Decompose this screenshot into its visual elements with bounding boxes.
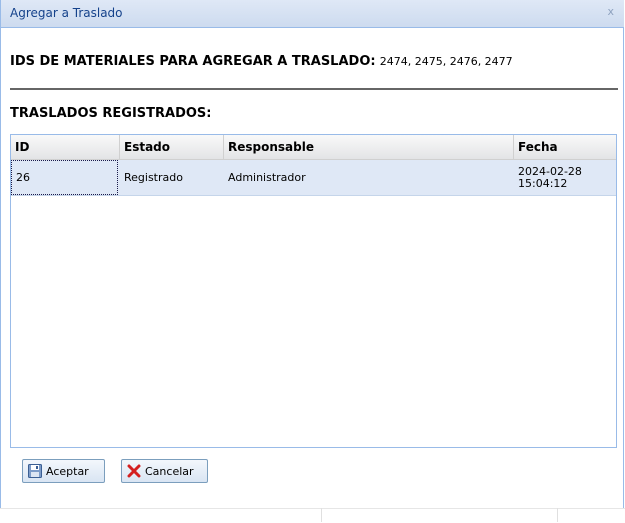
column-header-id[interactable]: ID — [11, 135, 120, 159]
cell-responsable: Administrador — [228, 171, 306, 184]
grid-header: ID Estado Responsable Fecha — [11, 135, 616, 160]
registered-transfers-title: TRASLADOS REGISTRADOS: — [10, 106, 212, 121]
accept-button[interactable]: Aceptar — [22, 459, 105, 483]
fecha-date: 2024-02-28 — [518, 164, 582, 178]
table-row[interactable]: 26 Registrado Administrador 2024-02-28 1… — [11, 160, 616, 196]
cell-fecha: 2024-02-28 15:04:12 — [514, 160, 616, 195]
material-ids-line: IDS DE MATERIALES PARA AGREGAR A TRASLAD… — [10, 54, 513, 69]
add-to-transfer-dialog: Agregar a Traslado x IDS DE MATERIALES P… — [0, 0, 624, 518]
column-header-fecha[interactable]: Fecha — [514, 135, 616, 159]
column-header-estado[interactable]: Estado — [120, 135, 224, 159]
cell-id: 26 — [11, 160, 118, 195]
save-icon — [28, 464, 42, 478]
section-divider — [10, 88, 618, 90]
footer-divider — [321, 508, 322, 522]
accept-label: Aceptar — [46, 464, 89, 478]
cancel-button[interactable]: Cancelar — [121, 459, 208, 483]
cancel-label: Cancelar — [145, 464, 194, 478]
fecha-time: 15:04:12 — [518, 176, 568, 190]
column-header-responsable[interactable]: Responsable — [224, 135, 514, 159]
material-ids-label: IDS DE MATERIALES PARA AGREGAR A TRASLAD… — [10, 54, 376, 69]
dialog-title: Agregar a Traslado — [10, 6, 123, 20]
dialog-titlebar[interactable]: Agregar a Traslado x — [1, 0, 624, 28]
footer-divider — [557, 508, 558, 522]
material-ids-value: 2474, 2475, 2476, 2477 — [379, 55, 513, 68]
cell-estado: Registrado — [124, 171, 183, 184]
transfers-grid: ID Estado Responsable Fecha 26 Registrad… — [10, 134, 617, 448]
footer-strip — [0, 508, 625, 523]
close-icon[interactable]: x — [607, 5, 614, 18]
cancel-x-icon — [127, 464, 141, 478]
